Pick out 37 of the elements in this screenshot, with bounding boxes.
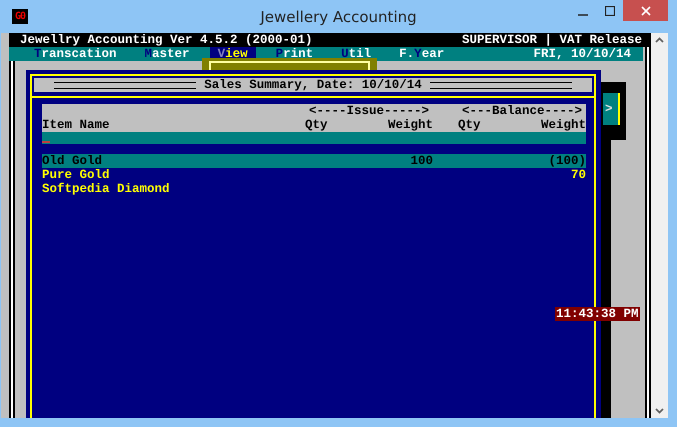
menu-item[interactable]: Print: [268, 47, 322, 61]
menu-item[interactable]: Util: [333, 47, 380, 61]
close-button[interactable]: [623, 0, 668, 21]
column-header: Weight: [386, 118, 433, 132]
table-row[interactable]: Old Gold 100 (100): [42, 154, 586, 168]
menu-item[interactable]: Transcation: [26, 47, 125, 61]
column-group-header: <----Issue----->: [308, 104, 430, 118]
dialog-title: Sales Summary, Date: 10/10/14: [204, 78, 422, 92]
date-label: FRI, 10/10/14: [533, 47, 631, 61]
clock-label: 11:43:38 PM: [555, 307, 640, 321]
table-cell-text: 100: [409, 154, 433, 168]
column-header: Item Name: [42, 118, 111, 132]
minimize-icon: [578, 14, 588, 16]
column-header: Qty: [305, 118, 329, 132]
app-version-title: Jewellry Accounting Ver 4.5.2 (2000-01): [20, 33, 313, 47]
table-row[interactable]: Softpedia Diamond: [42, 182, 586, 196]
menu-item[interactable]: Master: [136, 47, 198, 61]
scrollbar[interactable]: [651, 33, 668, 418]
user-status: SUPERVISOR | VAT Release: [462, 33, 642, 47]
column-header: Weight: [540, 118, 586, 132]
table-cell-text: (100): [547, 154, 586, 168]
close-icon: [640, 6, 650, 16]
maximize-icon: [604, 6, 614, 16]
window-title: Jewellery Accounting: [260, 8, 417, 26]
cursor-icon: [42, 141, 50, 143]
table-row[interactable]: Pure Gold 70: [42, 168, 586, 182]
table-cell-text: Softpedia Diamond: [42, 182, 171, 196]
menu-item[interactable]: F.Year: [391, 47, 452, 61]
table-cell-text: Pure Gold: [42, 168, 111, 182]
column-header: Qty: [458, 118, 482, 132]
table-cell-text: Old Gold: [42, 154, 104, 168]
column-group-header: <---Balance---->: [460, 104, 584, 118]
scroll-up-icon[interactable]: [655, 37, 664, 43]
table-cell-text: 70: [570, 168, 586, 182]
app-logo-icon: G0: [12, 9, 28, 24]
side-panel: >: [603, 93, 620, 125]
scroll-down-icon[interactable]: [655, 408, 664, 414]
